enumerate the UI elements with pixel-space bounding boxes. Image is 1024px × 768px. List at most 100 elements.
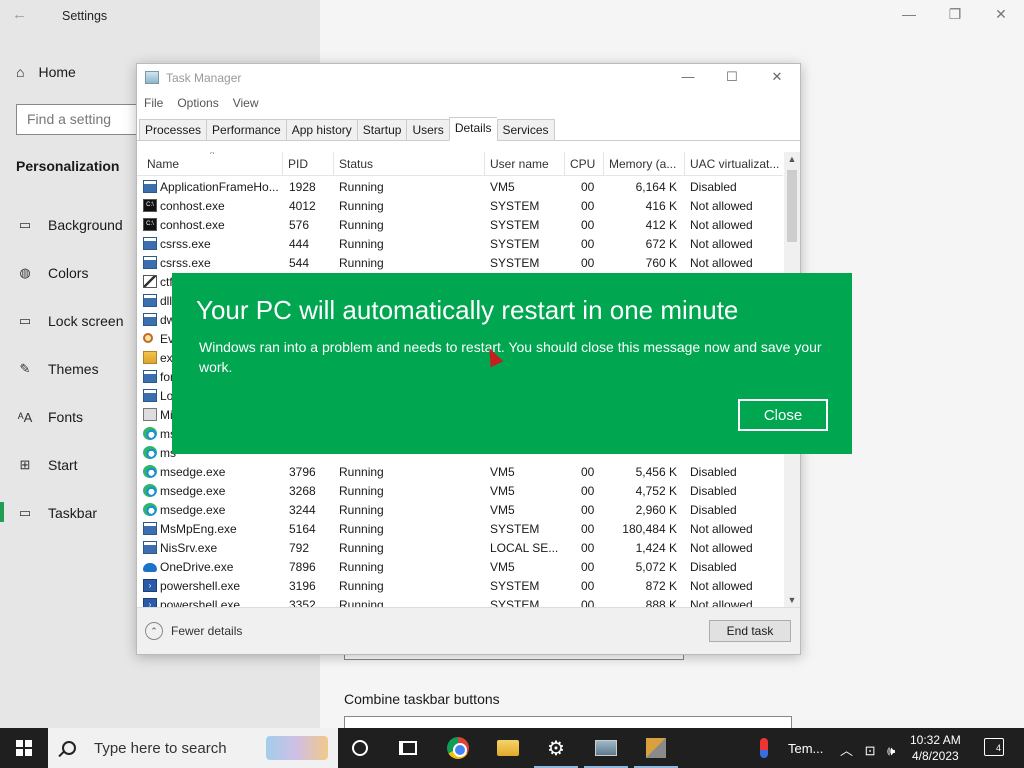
table-row[interactable]: csrss.exe 544 Running SYSTEM 00 760 K Not allo… <box>137 254 783 273</box>
cell-uac: Disabled <box>690 503 737 517</box>
start-button[interactable] <box>0 728 48 768</box>
cell-uac: Not allowed <box>690 237 753 251</box>
close-icon[interactable]: ✕ <box>766 69 788 87</box>
table-row[interactable]: NisSrv.exe 792 Running LOCAL SE... 00 1,424 K… <box>137 539 783 558</box>
table-row[interactable]: C:\ conhost.exe 4012 Running SYSTEM 00 416 K No… <box>137 197 783 216</box>
menu-file[interactable]: File <box>144 96 163 110</box>
tab-startup[interactable]: Startup <box>356 119 407 141</box>
cell-memory: 872 K <box>645 579 677 593</box>
cell-name: csrss.exe <box>160 256 211 270</box>
weather-text[interactable]: Tem... <box>788 741 823 756</box>
table-row[interactable]: MsMpEng.exe 5164 Running SYSTEM 00 180,484 K N… <box>137 520 783 539</box>
scroll-down-icon[interactable]: ▼ <box>784 595 800 605</box>
cell-memory: 5,456 K <box>635 465 677 479</box>
table-row[interactable]: C:\ conhost.exe 576 Running SYSTEM 00 412 K Not… <box>137 216 783 235</box>
column-header-pid[interactable]: PID <box>283 152 334 176</box>
tab-services[interactable]: Services <box>496 119 555 141</box>
cell-name: OneDrive.exe <box>160 560 234 574</box>
search-icon <box>62 741 76 755</box>
table-row[interactable]: › powershell.exe 3352 Running SYSTEM 00 888 K N… <box>137 596 783 607</box>
application-icon <box>143 408 157 421</box>
back-arrow-icon[interactable]: ← <box>12 6 34 26</box>
end-task-button[interactable]: End task <box>709 620 791 642</box>
table-row[interactable]: OneDrive.exe 7896 Running VM5 00 5,072 K Disab… <box>137 558 783 577</box>
tab-performance[interactable]: Performance <box>206 119 286 141</box>
network-icon[interactable]: ⊡ <box>865 743 876 758</box>
cell-user: SYSTEM <box>490 237 540 251</box>
nav-label: Colors <box>48 265 89 281</box>
nav-item-start[interactable]: ⊞ Start <box>16 454 78 476</box>
cell-uac: Not allowed <box>690 598 753 607</box>
taskbar-search-box[interactable]: Type here to search <box>48 728 338 768</box>
table-row[interactable]: csrss.exe 444 Running SYSTEM 00 672 K Not allo… <box>137 235 783 254</box>
tab-app-history[interactable]: App history <box>285 119 357 141</box>
edge-icon <box>143 484 157 497</box>
column-header-uac[interactable]: UAC virtualizat... <box>685 152 783 176</box>
close-button[interactable]: Close <box>738 399 828 431</box>
chrome-icon[interactable] <box>446 736 470 760</box>
nav-item-background[interactable]: ▭ Background <box>16 214 123 236</box>
thermometer-icon[interactable] <box>760 738 768 758</box>
volume-icon[interactable]: 🕪 <box>887 743 895 758</box>
cell-memory: 416 K <box>645 199 677 213</box>
taskbar-clock[interactable]: 10:32 AM 4/8/2023 <box>910 732 961 764</box>
nav-label: Background <box>48 217 123 233</box>
scroll-thumb[interactable] <box>787 170 797 242</box>
window-app-icon <box>143 370 157 383</box>
task-view-icon[interactable] <box>396 736 420 760</box>
cell-status: Running <box>339 237 384 251</box>
nav-item-themes[interactable]: ✎ Themes <box>16 358 99 380</box>
cell-user: SYSTEM <box>490 199 540 213</box>
tools-icon[interactable] <box>644 736 668 760</box>
column-header-cpu[interactable]: CPU <box>565 152 604 176</box>
cell-name: conhost.exe <box>160 199 225 213</box>
cell-user: SYSTEM <box>490 256 540 270</box>
cell-user: SYSTEM <box>490 522 540 536</box>
fewer-details-button[interactable]: ⌃ Fewer details <box>145 622 242 640</box>
cell-status: Running <box>339 218 384 232</box>
windows-logo-icon <box>16 740 32 756</box>
column-header-user[interactable]: User name <box>485 152 565 176</box>
table-row[interactable]: msedge.exe 3244 Running VM5 00 2,960 K Disable… <box>137 501 783 520</box>
column-label: Name <box>147 157 180 171</box>
nav-item-fonts[interactable]: ᴬA Fonts <box>16 406 83 428</box>
scroll-up-icon[interactable]: ▲ <box>784 154 800 164</box>
cell-user: VM5 <box>490 180 515 194</box>
menu-view[interactable]: View <box>233 96 259 110</box>
table-row[interactable]: msedge.exe 3796 Running VM5 00 5,456 K Disable… <box>137 463 783 482</box>
nav-item-taskbar[interactable]: ▭ Taskbar <box>16 502 97 524</box>
home-label: Home <box>38 64 76 80</box>
tab-processes[interactable]: Processes <box>139 119 207 141</box>
tab-details[interactable]: Details <box>448 117 497 141</box>
cortana-icon[interactable] <box>348 736 372 760</box>
tab-users[interactable]: Users <box>406 119 449 141</box>
file-explorer-icon[interactable] <box>496 736 520 760</box>
column-header-memory[interactable]: Memory (a... <box>604 152 685 176</box>
settings-gear-icon[interactable]: ⚙ <box>544 736 568 760</box>
nav-item-lock-screen[interactable]: ▭ Lock screen <box>16 310 124 332</box>
cell-memory: 6,164 K <box>635 180 677 194</box>
notification-center-icon[interactable]: 4 <box>984 738 1004 756</box>
window-app-icon <box>143 237 157 250</box>
minimize-icon[interactable]: — <box>677 69 699 87</box>
edge-icon <box>143 446 157 459</box>
minimize-icon[interactable]: — <box>898 6 920 26</box>
close-icon[interactable]: ✕ <box>990 6 1012 26</box>
edge-icon <box>143 503 157 516</box>
cell-pid: 792 <box>289 541 310 555</box>
restore-icon[interactable]: ❐ <box>944 6 966 26</box>
cell-name: powershell.exe <box>160 579 241 593</box>
nav-item-colors[interactable]: ◍ Colors <box>16 262 88 284</box>
table-row[interactable]: ApplicationFrameHo... 1928 Running VM5 00 6,1… <box>137 178 783 197</box>
menu-options[interactable]: Options <box>177 96 218 110</box>
search-highlight-art-icon[interactable] <box>266 736 328 760</box>
table-row[interactable]: › powershell.exe 3196 Running SYSTEM 00 872 K N… <box>137 577 783 596</box>
remote-desktop-icon[interactable] <box>594 736 618 760</box>
maximize-icon[interactable]: ☐ <box>721 69 743 87</box>
home-nav[interactable]: ⌂ Home <box>16 64 76 80</box>
chevron-up-icon[interactable]: ︿ <box>840 743 853 758</box>
column-header-status[interactable]: Status <box>334 152 485 176</box>
column-header-name[interactable]: ^ Name <box>142 152 283 176</box>
table-row[interactable]: msedge.exe 3268 Running VM5 00 4,752 K Disable… <box>137 482 783 501</box>
cell-status: Running <box>339 598 384 607</box>
